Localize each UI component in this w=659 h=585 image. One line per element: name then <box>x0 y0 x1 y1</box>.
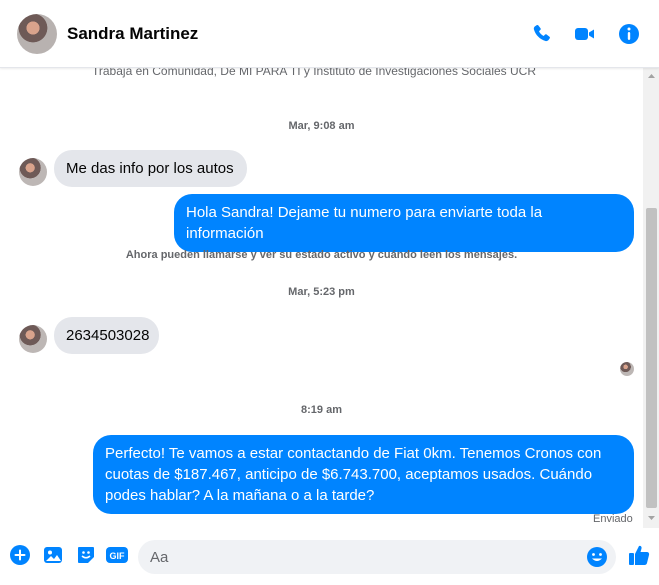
message-list[interactable]: Trabaja en Comunidad, De MI PARA TI y In… <box>0 68 643 528</box>
sticker-icon[interactable] <box>75 544 97 566</box>
profile-work-text: Trabaja en Comunidad, De MI PARA TI y In… <box>92 68 536 78</box>
plus-icon[interactable] <box>9 544 31 566</box>
conversation-header: Sandra Martinez <box>0 0 659 68</box>
timestamp: Mar, 5:23 pm <box>288 286 355 298</box>
timestamp: Mar, 9:08 am <box>288 120 355 132</box>
contact-name[interactable]: Sandra Martinez <box>67 24 198 44</box>
image-icon[interactable] <box>42 544 64 566</box>
outgoing-message[interactable]: Perfecto! Te vamos a estar contactando d… <box>93 435 634 514</box>
svg-text:GIF: GIF <box>110 551 126 561</box>
video-call-icon[interactable] <box>573 22 597 46</box>
incoming-message[interactable]: Me das info por los autos <box>54 150 247 187</box>
emoji-icon[interactable] <box>586 546 608 568</box>
scroll-down-arrow-icon[interactable] <box>646 514 657 522</box>
phone-icon[interactable] <box>530 22 554 46</box>
message-status: Enviado <box>593 513 633 525</box>
scrollbar-thumb[interactable] <box>646 208 657 508</box>
timestamp: 8:19 am <box>301 404 342 416</box>
gif-icon[interactable]: GIF <box>105 544 129 566</box>
message-input-container[interactable] <box>138 540 616 574</box>
contact-avatar[interactable] <box>17 14 57 54</box>
like-icon[interactable] <box>627 543 651 567</box>
seen-avatar <box>620 362 634 376</box>
composer-bar: GIF <box>0 528 659 585</box>
system-notice: Ahora pueden llamarse y ver su estado ac… <box>125 249 518 261</box>
contact-mini-avatar <box>19 158 47 186</box>
message-input[interactable] <box>150 540 580 574</box>
outgoing-message[interactable]: Hola Sandra! Dejame tu numero para envia… <box>174 194 634 252</box>
scroll-up-arrow-icon[interactable] <box>646 72 657 80</box>
incoming-message[interactable]: 2634503028 <box>54 317 159 354</box>
contact-mini-avatar <box>19 325 47 353</box>
info-icon[interactable] <box>617 22 641 46</box>
